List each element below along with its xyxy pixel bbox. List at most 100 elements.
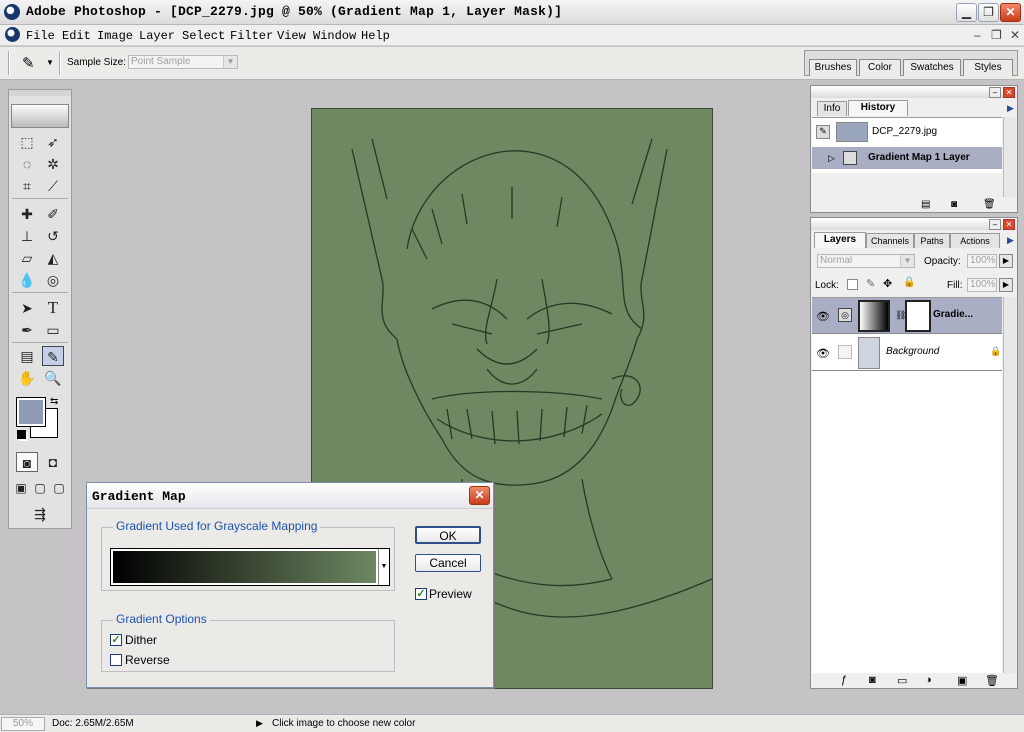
- clone-stamp-tool-icon[interactable]: ⊥: [16, 226, 38, 246]
- photoshop-app-icon[interactable]: [4, 4, 20, 20]
- layer-mask-link-icon[interactable]: ◎: [838, 308, 852, 322]
- opacity-slider-arrow-icon[interactable]: ▶: [999, 254, 1013, 268]
- status-menu-arrow-icon[interactable]: ▶: [256, 718, 263, 729]
- reverse-checkbox[interactable]: [110, 654, 122, 666]
- default-colors-icon[interactable]: [17, 430, 26, 439]
- rectangle-tool-icon[interactable]: ▭: [42, 320, 64, 340]
- history-scrollbar[interactable]: [1003, 117, 1017, 197]
- menu-help[interactable]: Help: [361, 29, 390, 43]
- restore-button[interactable]: ❐: [978, 3, 999, 22]
- snapshot-brush-icon[interactable]: ✎: [816, 125, 830, 139]
- pen-tool-icon[interactable]: ✒: [16, 320, 38, 340]
- doc-restore-button[interactable]: ❐: [991, 28, 1002, 42]
- lock-all-icon[interactable]: 🔒: [903, 277, 915, 288]
- menu-edit[interactable]: Edit: [62, 29, 91, 43]
- gradient-dropdown-arrow-icon[interactable]: ▼: [378, 549, 389, 585]
- menu-select[interactable]: Select: [182, 29, 225, 43]
- gradient-preview-bar[interactable]: [113, 551, 376, 583]
- link-slot[interactable]: [838, 345, 852, 359]
- lasso-tool-icon[interactable]: ◌: [16, 154, 38, 174]
- blur-tool-icon[interactable]: 💧: [16, 270, 38, 290]
- close-panel-button[interactable]: ✕: [1003, 219, 1015, 230]
- menu-window[interactable]: Window: [313, 29, 356, 43]
- menu-image[interactable]: Image: [97, 29, 133, 43]
- well-tab-brushes[interactable]: Brushes: [809, 59, 857, 76]
- panel-menu-arrow-icon[interactable]: ▶: [1007, 103, 1014, 114]
- close-panel-button[interactable]: ✕: [1003, 87, 1015, 98]
- panel-menu-arrow-icon[interactable]: ▶: [1007, 235, 1014, 246]
- gradient-picker[interactable]: ▼: [110, 548, 390, 586]
- well-tab-color[interactable]: Color: [859, 59, 901, 76]
- crop-tool-icon[interactable]: ⌗: [16, 176, 38, 196]
- lock-position-icon[interactable]: ✥: [883, 277, 892, 290]
- blend-mode-select[interactable]: Normal ▼: [817, 254, 915, 268]
- zoom-tool-icon[interactable]: 🔍: [42, 368, 64, 388]
- menu-file[interactable]: File: [26, 29, 55, 43]
- layer-mask-thumbnail[interactable]: [905, 300, 931, 332]
- eyedropper-tool-icon[interactable]: ✎: [22, 54, 35, 72]
- toolbox-grip[interactable]: [9, 90, 71, 96]
- fill-slider-arrow-icon[interactable]: ▶: [999, 278, 1013, 292]
- hand-tool-icon[interactable]: ✋: [16, 368, 38, 388]
- magic-wand-tool-icon[interactable]: ✲: [42, 154, 64, 174]
- type-tool-icon[interactable]: T: [42, 298, 64, 318]
- new-layer-icon[interactable]: ▣: [957, 674, 967, 687]
- history-state-row[interactable]: ▷ Gradient Map 1 Layer: [812, 147, 1002, 169]
- layer-style-icon[interactable]: ƒ: [841, 674, 847, 686]
- tab-channels[interactable]: Channels: [866, 233, 914, 248]
- eraser-tool-icon[interactable]: ▱: [16, 248, 38, 268]
- marquee-tool-icon[interactable]: ⬚: [16, 132, 38, 152]
- new-document-from-state-icon[interactable]: ▤: [921, 199, 930, 210]
- menu-filter[interactable]: Filter: [230, 29, 273, 43]
- full-screen-mode-icon[interactable]: ▢: [50, 478, 68, 498]
- swap-colors-icon[interactable]: ⇆: [50, 396, 58, 407]
- healing-brush-tool-icon[interactable]: ✚: [16, 204, 38, 224]
- new-set-folder-icon[interactable]: ▭: [897, 674, 907, 687]
- add-mask-icon[interactable]: ◙: [869, 674, 876, 686]
- eyedropper-tool-icon[interactable]: ✎: [42, 346, 64, 366]
- tab-layers[interactable]: Layers: [814, 232, 866, 248]
- tab-info[interactable]: Info: [817, 101, 847, 116]
- cancel-button[interactable]: Cancel: [415, 554, 481, 572]
- layer-row-gradient-map[interactable]: 👁 ◎ ⛓ Gradie...: [812, 298, 1002, 334]
- notes-tool-icon[interactable]: ▤: [16, 346, 38, 366]
- full-screen-menu-mode-icon[interactable]: ▢: [31, 478, 49, 498]
- lock-image-icon[interactable]: ✎: [866, 277, 875, 290]
- adobe-online-logo[interactable]: [11, 104, 69, 128]
- adjustment-thumbnail[interactable]: [858, 300, 890, 332]
- lock-transparency-icon[interactable]: [847, 279, 858, 290]
- tab-paths[interactable]: Paths: [914, 233, 950, 248]
- menu-layer[interactable]: Layer: [139, 29, 175, 43]
- preview-checkbox[interactable]: ✓: [415, 588, 427, 600]
- fill-field[interactable]: 100%: [967, 278, 997, 292]
- tab-history[interactable]: History: [848, 100, 908, 116]
- jump-to-imageready-icon[interactable]: ⇶: [16, 504, 64, 524]
- reverse-label[interactable]: Reverse: [125, 653, 170, 667]
- move-tool-icon[interactable]: ➶: [42, 132, 64, 152]
- paint-bucket-tool-icon[interactable]: ◭: [42, 248, 64, 268]
- eye-visibility-icon[interactable]: 👁: [816, 310, 830, 323]
- close-button[interactable]: ✕: [1000, 3, 1021, 22]
- sample-size-select[interactable]: Point Sample ▼: [128, 55, 238, 69]
- brush-tool-icon[interactable]: ✐: [42, 204, 64, 224]
- delete-layer-icon[interactable]: 🗑: [985, 674, 999, 687]
- document-icon[interactable]: [5, 27, 20, 42]
- well-tab-swatches[interactable]: Swatches: [903, 59, 961, 76]
- slice-tool-icon[interactable]: ⟋: [42, 176, 64, 196]
- dither-checkbox[interactable]: ✓: [110, 634, 122, 646]
- dither-label[interactable]: Dither: [125, 633, 157, 647]
- snapshot-name[interactable]: DCP_2279.jpg: [872, 126, 937, 137]
- delete-state-icon[interactable]: 🗑: [983, 199, 996, 210]
- standard-screen-mode-icon[interactable]: ▣: [12, 478, 30, 498]
- zoom-field[interactable]: 50%: [1, 717, 45, 731]
- layer-row-background[interactable]: 👁 Background 🔒: [812, 335, 1002, 371]
- opacity-field[interactable]: 100%: [967, 254, 997, 268]
- layers-scrollbar[interactable]: [1003, 297, 1017, 673]
- layer-name[interactable]: Gradie...: [933, 309, 973, 320]
- tool-preset-chevron-icon[interactable]: ▼: [46, 58, 54, 67]
- minimize-panel-button[interactable]: –: [989, 87, 1001, 98]
- path-selection-tool-icon[interactable]: ➤: [16, 298, 38, 318]
- background-thumbnail[interactable]: [858, 337, 880, 369]
- standard-mode-icon[interactable]: ◙: [16, 452, 38, 472]
- quick-mask-mode-icon[interactable]: ◘: [42, 452, 64, 472]
